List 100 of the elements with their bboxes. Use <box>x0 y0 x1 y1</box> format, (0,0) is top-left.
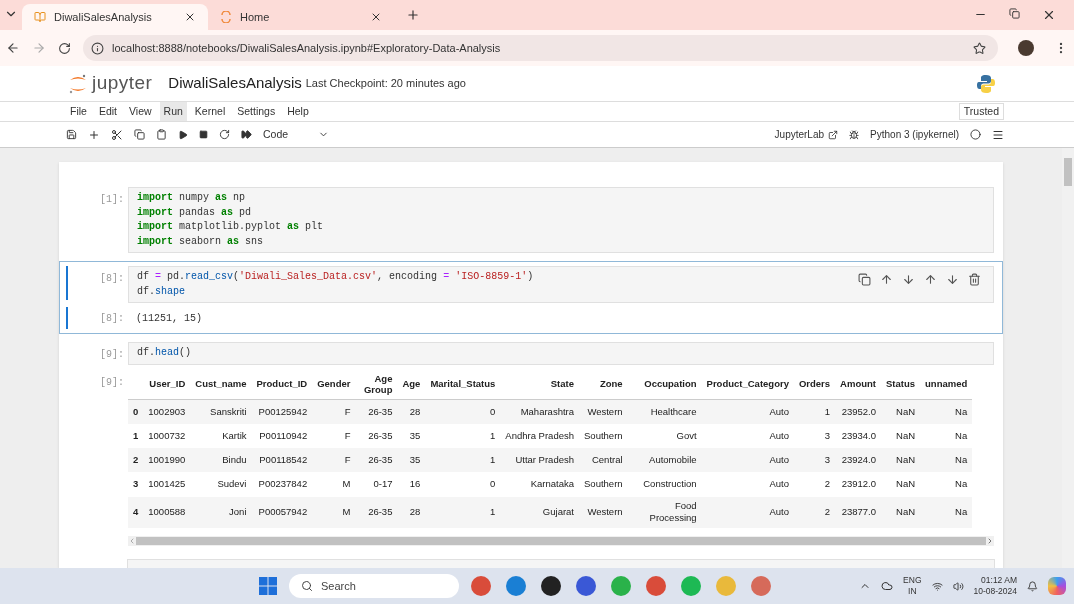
paste-icon[interactable] <box>156 129 167 140</box>
close-icon[interactable] <box>1042 8 1056 22</box>
table-cell: 0-17 <box>373 478 393 490</box>
notification-icon[interactable] <box>1027 580 1038 592</box>
address-bar[interactable]: localhost:8888/notebooks/DiwaliSalesAnalysis.ipynb#Exploratory-Data-Analysis <box>83 35 998 61</box>
add-cell-icon[interactable] <box>88 128 100 141</box>
table-cell: Automobile <box>649 454 697 466</box>
menu-icon[interactable] <box>992 128 1004 141</box>
table-cell: P00125942 <box>258 405 308 417</box>
wifi-icon[interactable] <box>931 580 943 592</box>
table-cell: Maharashtra <box>520 405 574 417</box>
table-cell: 26-35 <box>368 405 393 417</box>
cut-icon[interactable] <box>111 128 123 141</box>
input-prompt: [8]: <box>99 272 125 286</box>
duplicate-icon[interactable] <box>858 273 871 286</box>
restore-icon[interactable] <box>1009 8 1020 19</box>
menu-item[interactable]: Kernel <box>190 102 230 121</box>
table-cell: 1 <box>490 454 496 465</box>
menu-item[interactable]: Edit <box>94 102 121 121</box>
region-indicator[interactable]: IN <box>908 586 917 597</box>
notebook-icon <box>34 11 46 23</box>
table-cell: M <box>342 478 351 490</box>
column-header: unnamed <box>925 378 968 389</box>
table-cell: Gujarat <box>542 506 574 517</box>
run-all-icon[interactable] <box>241 129 252 140</box>
code-editor[interactable]: import numpy as np import pandas as pd import matplotlib.pyplot as plt import seaborn as sns <box>128 187 994 253</box>
notebook-cell[interactable]: [1]: import numpy as np import pandas as pd import matplotlib.pyplot as plt import seaborn as sns <box>59 182 1003 258</box>
table-cell: P00110942 <box>259 429 308 441</box>
table-cell: 2 <box>824 506 831 517</box>
table-cell: 23877.0 <box>841 506 876 517</box>
table-cell: Na <box>955 506 968 517</box>
cell-type-select[interactable]: Code <box>263 126 329 143</box>
profile-avatar[interactable] <box>1018 40 1034 56</box>
volume-icon[interactable] <box>952 580 964 592</box>
restart-icon[interactable] <box>219 129 230 140</box>
table-cell: Karnataka <box>530 478 574 490</box>
cloud-icon[interactable] <box>881 580 894 592</box>
code-editor[interactable]: df.head() <box>128 342 994 365</box>
menu-item[interactable]: Run <box>159 102 187 121</box>
notebook-name[interactable]: DiwaliSalesAnalysis <box>168 72 302 95</box>
move-up-icon[interactable] <box>880 273 893 286</box>
tab-title: DiwaliSalesAnalysis <box>54 9 153 25</box>
column-header: Occupation <box>644 378 697 389</box>
search-field[interactable]: Search <box>289 574 459 598</box>
close-icon[interactable] <box>184 11 196 23</box>
bookmark-icon[interactable] <box>973 41 986 55</box>
menu-item[interactable]: Settings <box>233 102 280 121</box>
clock-time[interactable]: 01:12 AM <box>981 575 1017 586</box>
row-index: 4 <box>133 506 139 517</box>
reload-icon[interactable] <box>58 41 71 55</box>
external-link-icon[interactable] <box>828 129 839 140</box>
code-line: import seaborn as sns <box>137 235 264 247</box>
menu-item[interactable]: Help <box>283 102 313 121</box>
back-icon[interactable] <box>6 41 20 55</box>
clock-date[interactable]: 10-08-2024 <box>973 586 1017 597</box>
copilot-icon[interactable] <box>1048 577 1066 595</box>
table-cell: Govt <box>676 429 697 442</box>
table-cell: P00237842 <box>258 478 308 490</box>
table-cell: Auto <box>769 454 789 465</box>
table-cell: Na <box>955 478 968 490</box>
horizontal-scrollbar[interactable] <box>128 535 994 546</box>
code-editor[interactable]: df = pd.read_csv('Diwali_Sales_Data.csv', encoding = 'ISO-8859-1') df.shape <box>128 266 994 303</box>
menu-item[interactable]: File <box>66 102 91 121</box>
column-header: Age <box>402 378 421 389</box>
site-info-icon[interactable] <box>91 41 104 55</box>
table-cell: Auto <box>769 429 789 441</box>
column-header: Age Group <box>362 372 393 395</box>
table-cell: Andhra Pradesh <box>505 429 574 441</box>
browser-tab[interactable]: DiwaliSalesAnalysis <box>22 4 208 30</box>
app-icon[interactable] <box>541 576 561 596</box>
table-cell: NaN <box>896 405 916 417</box>
delete-icon[interactable] <box>968 273 981 286</box>
jupyterlab-link[interactable]: JupyterLab <box>774 127 839 142</box>
column-header: Product_Category <box>706 378 789 389</box>
close-icon[interactable] <box>370 11 382 23</box>
stop-icon[interactable] <box>199 130 208 139</box>
run-icon[interactable] <box>178 129 188 140</box>
new-tab-icon[interactable] <box>406 8 420 22</box>
code-line: import pandas as pd <box>137 206 252 218</box>
scroll-right-icon[interactable] <box>986 536 994 545</box>
kernel-name[interactable]: Python 3 (ipykernel) <box>870 127 959 142</box>
menu-item[interactable]: View <box>125 102 156 121</box>
bug-icon[interactable] <box>849 129 860 140</box>
move-down-icon[interactable] <box>902 273 915 286</box>
browser-tab[interactable]: Home <box>208 4 394 30</box>
copy-icon[interactable] <box>134 129 145 140</box>
row-index: 2 <box>133 454 139 465</box>
search-icon[interactable] <box>301 580 313 592</box>
column-header: Product_ID <box>256 378 308 389</box>
save-icon[interactable] <box>66 129 77 140</box>
table-cell: Healthcare <box>650 405 697 418</box>
table-cell: Southern <box>584 429 623 441</box>
notebook-cell[interactable]: [8]: df = pd.read_csv('Diwali_Sales_Data.csv', encoding = 'ISO-8859-1') df.shape [8]: (11251, 15) <box>59 261 1003 334</box>
language-indicator[interactable]: ENG <box>903 575 922 586</box>
windows-start-icon[interactable] <box>259 577 277 595</box>
loading-icon <box>220 11 232 23</box>
table-cell: Central <box>591 454 623 465</box>
table-cell: 26-35 <box>368 429 393 441</box>
column-header: Marital_Status <box>430 378 496 389</box>
table-cell: Auto <box>769 478 789 490</box>
